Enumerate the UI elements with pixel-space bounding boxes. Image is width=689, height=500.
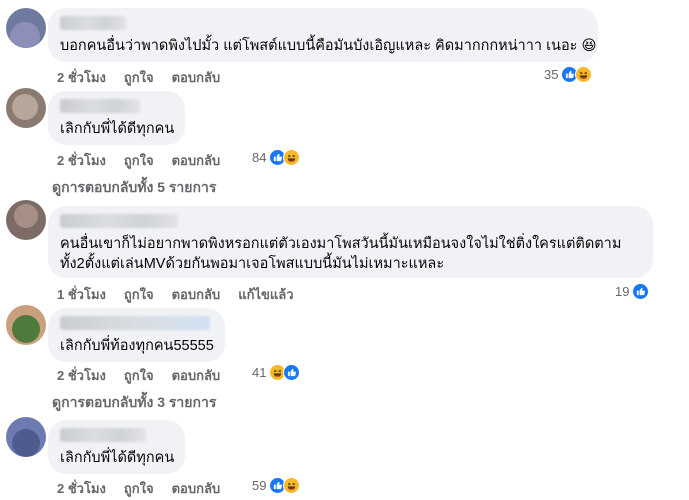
comment-bubble: คนอื่นเขาก็ไม่อยากพาดพิงหรอกแต่ตัวเองมาโ… [48,206,653,278]
reaction-summary[interactable]: 84 [252,149,301,166]
reaction-count: 41 [252,365,267,380]
like-button[interactable]: ถูกใจ [124,67,154,88]
reply-button[interactable]: ตอบกลับ [172,478,221,499]
haha-icon [575,66,593,83]
commenter-name-blurred[interactable] [60,428,146,442]
comment-text-line-2: ทั้ง2ตั้งแต่เล่นMVด้วยกันพอมาเจอโพสแบบนี… [60,256,445,272]
reply-button[interactable]: ตอบกลับ [172,284,221,305]
comment-actions: 2 ชั่วโมง ถูกใจ ตอบกลับ [57,150,220,171]
comment-actions: 1 ชั่วโมง ถูกใจ ตอบกลับ แก้ไขแล้ว [57,284,294,305]
like-icon [632,283,650,300]
comment-time[interactable]: 2 ชั่วโมง [57,150,106,171]
comment-actions: 2 ชั่วโมง ถูกใจ ตอบกลับ [57,67,220,88]
avatar[interactable] [6,305,46,345]
like-button[interactable]: ถูกใจ [124,150,154,171]
reaction-summary[interactable]: 35 [544,66,593,83]
comment-time[interactable]: 2 ชั่วโมง [57,67,106,88]
comment-time[interactable]: 2 ชั่วโมง [57,365,106,386]
haha-icon [283,477,301,494]
commenter-name-blurred[interactable] [60,316,210,330]
commenter-name-blurred[interactable] [60,99,140,113]
view-replies-link[interactable]: ดูการตอบกลับทั้ง 5 รายการ [52,177,216,199]
commenter-name-blurred[interactable] [60,16,126,30]
haha-icon [283,149,301,166]
reaction-count: 19 [615,284,630,299]
comment-bubble: เลิกกับพี่ได้ดีทุกคน [48,420,185,474]
avatar[interactable] [6,200,46,240]
reaction-summary[interactable]: 41 [252,364,301,381]
comment-bubble: เลิกกับพี่ท้องทุกคน55555 [48,308,225,362]
comment-bubble: เลิกกับพี่ได้ดีทุกคน [48,91,185,145]
comment-actions: 2 ชั่วโมง ถูกใจ ตอบกลับ [57,365,220,386]
view-replies-link[interactable]: ดูการตอบกลับทั้ง 3 รายการ [52,392,216,414]
comment-text: เลิกกับพี่ได้ดีทุกคน [60,121,175,137]
like-button[interactable]: ถูกใจ [124,365,154,386]
comment-time[interactable]: 1 ชั่วโมง [57,284,106,305]
comment-actions: 2 ชั่วโมง ถูกใจ ตอบกลับ [57,478,220,499]
reaction-count: 84 [252,150,267,165]
like-icon [283,364,301,381]
comment-text: เลิกกับพี่ท้องทุกคน55555 [60,338,214,354]
comment-text: บอกคนอื่นว่าพาดพิงไปมั้ว แต่โพสต์แบบนี้ค… [60,38,597,54]
reply-button[interactable]: ตอบกลับ [172,150,221,171]
comment-bubble: บอกคนอื่นว่าพาดพิงไปมั้ว แต่โพสต์แบบนี้ค… [48,8,598,62]
like-button[interactable]: ถูกใจ [124,284,154,305]
reaction-summary[interactable]: 19 [615,283,650,300]
comment-text-line-1: คนอื่นเขาก็ไม่อยากพาดพิงหรอกแต่ตัวเองมาโ… [60,236,622,252]
reply-button[interactable]: ตอบกลับ [172,67,221,88]
avatar[interactable] [6,88,46,128]
like-button[interactable]: ถูกใจ [124,478,154,499]
reaction-count: 59 [252,478,267,493]
reaction-summary[interactable]: 59 [252,477,301,494]
reaction-count: 35 [544,67,559,82]
edited-label: แก้ไขแล้ว [238,287,294,302]
avatar[interactable] [6,8,46,48]
reply-button[interactable]: ตอบกลับ [172,365,221,386]
avatar[interactable] [6,417,46,457]
comment-text: เลิกกับพี่ได้ดีทุกคน [60,450,175,466]
comment-time[interactable]: 2 ชั่วโมง [57,478,106,499]
commenter-name-blurred[interactable] [60,214,178,228]
